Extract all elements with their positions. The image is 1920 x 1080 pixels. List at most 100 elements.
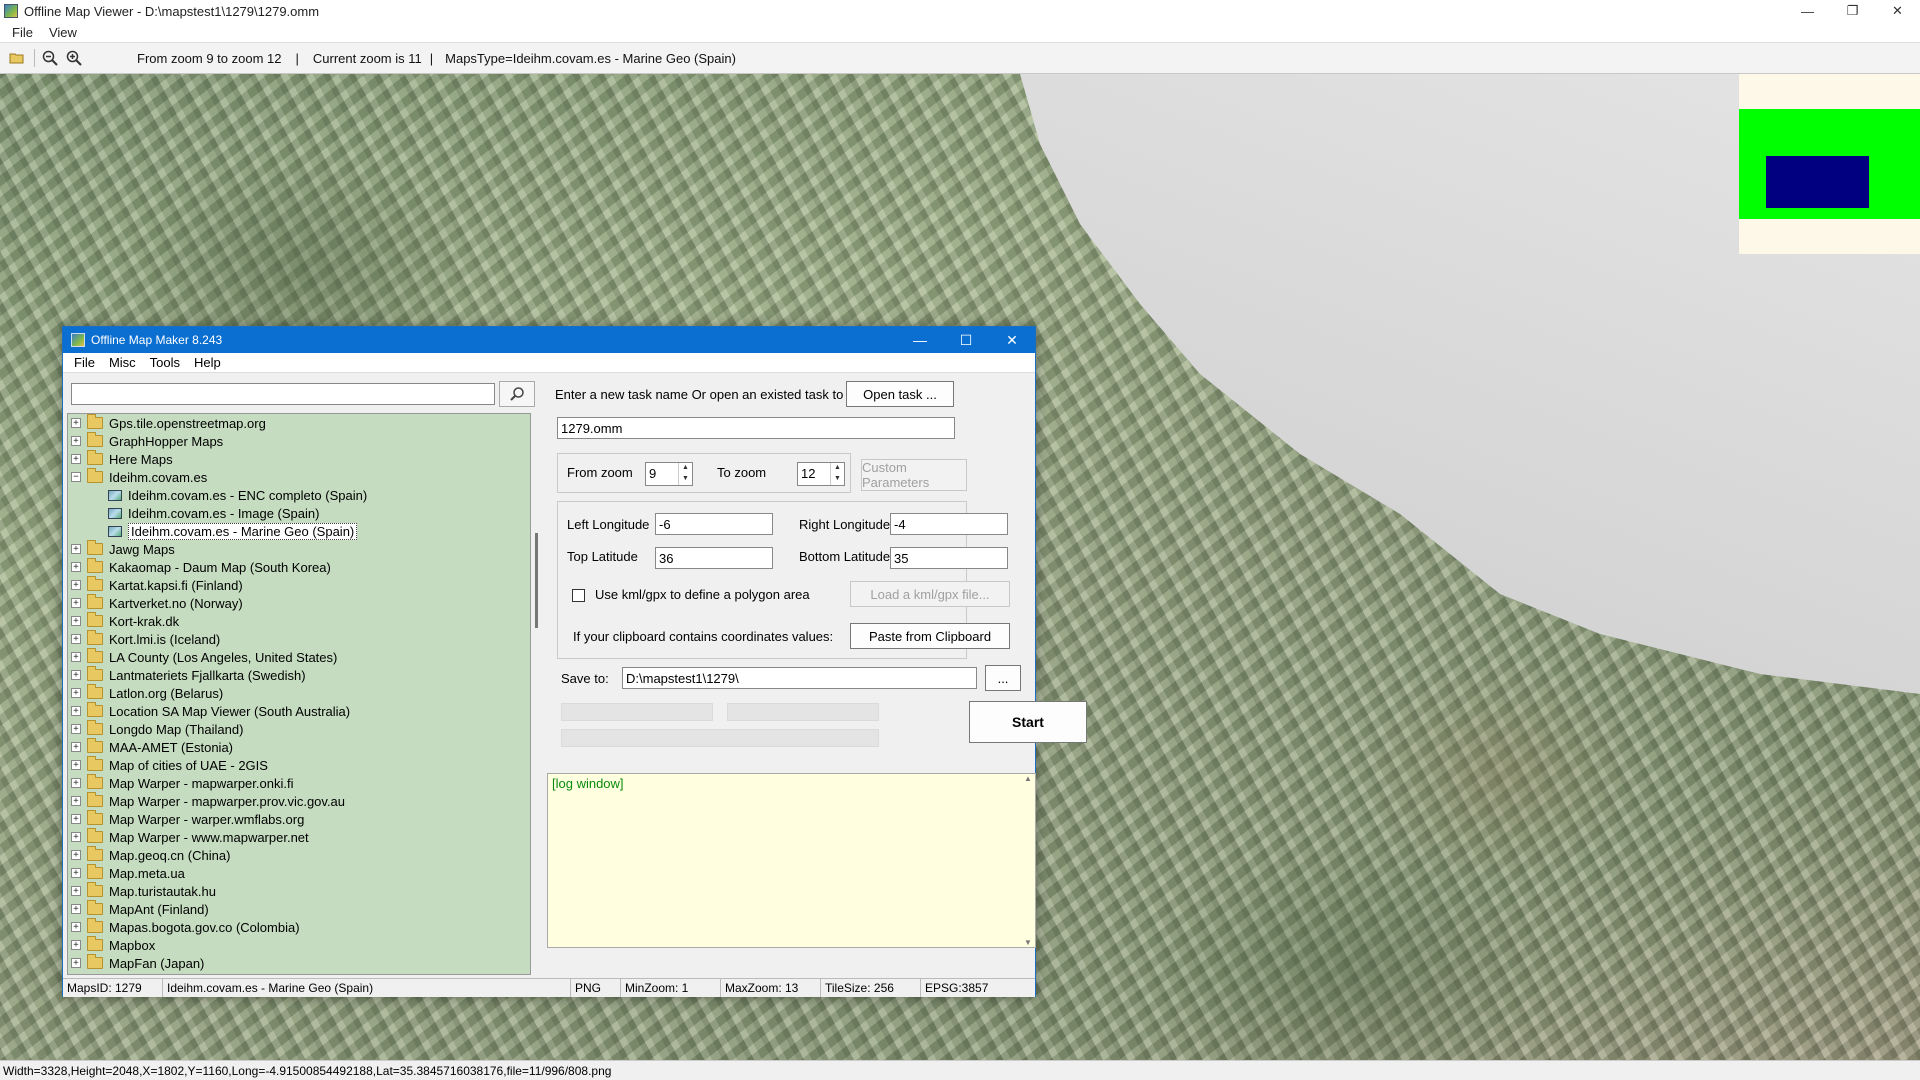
expand-icon[interactable]: + [71,652,81,662]
task-name-input[interactable] [557,417,955,439]
save-path-input[interactable] [622,667,977,689]
scroll-thumb[interactable] [535,533,538,628]
tree-folder-item[interactable]: + MAA-AMET (Estonia) [68,738,530,756]
folder-open-icon[interactable] [6,47,28,69]
stepper-down-icon[interactable]: ▼ [679,474,692,485]
expand-icon[interactable]: + [71,850,81,860]
tree-folder-item[interactable]: + MapAnt (Finland) [68,900,530,918]
menu-tools[interactable]: Tools [143,355,187,370]
expand-icon[interactable]: + [71,454,81,464]
expand-icon[interactable]: + [71,940,81,950]
menu-view[interactable]: View [41,25,85,40]
open-task-button[interactable]: Open task ... [846,381,954,407]
paste-clipboard-button[interactable]: Paste from Clipboard [850,623,1010,649]
expand-icon[interactable]: + [71,688,81,698]
dialog-close-button[interactable]: ✕ [989,327,1035,353]
collapse-icon[interactable]: − [71,472,81,482]
tree-folder-item[interactable]: + Map.turistautak.hu [68,882,530,900]
tree-folder-item[interactable]: + Map Warper - mapwarper.prov.vic.gov.au [68,792,530,810]
expand-icon[interactable]: + [71,706,81,716]
right-longitude-input[interactable] [890,513,1008,535]
expand-icon[interactable]: + [71,760,81,770]
menu-misc[interactable]: Misc [102,355,143,370]
top-latitude-input[interactable] [655,547,773,569]
log-window[interactable]: [log window] ▲ ▼ [547,773,1036,948]
start-button[interactable]: Start [969,701,1087,743]
expand-icon[interactable]: + [71,634,81,644]
expand-icon[interactable]: + [71,796,81,806]
expand-icon[interactable]: + [71,544,81,554]
tree-folder-item[interactable]: − Ideihm.covam.es [68,468,530,486]
tree-folder-item[interactable]: + Map.meta.ua [68,864,530,882]
tree-folder-item[interactable]: + LA County (Los Angeles, United States) [68,648,530,666]
tree-folder-item[interactable]: + Map of cities of UAE - 2GIS [68,756,530,774]
tree-folder-item[interactable]: + Lantmateriets Fjallkarta (Swedish) [68,666,530,684]
to-zoom-stepper[interactable]: 12 ▲ ▼ [797,462,845,486]
zoom-out-icon[interactable] [39,47,61,69]
zoom-in-icon[interactable] [63,47,85,69]
expand-icon[interactable]: + [71,562,81,572]
tree-map-item[interactable]: Ideihm.covam.es - Marine Geo (Spain) [68,522,530,540]
use-kml-label[interactable]: Use kml/gpx to define a polygon area [595,587,810,602]
restore-button[interactable]: ❐ [1830,0,1875,22]
tree-folder-item[interactable]: + Kakaomap - Daum Map (South Korea) [68,558,530,576]
stepper-up-icon[interactable]: ▲ [679,463,692,474]
to-zoom-value[interactable]: 12 [798,463,830,485]
expand-icon[interactable]: + [71,832,81,842]
tree-scrollbar[interactable] [535,413,538,975]
expand-icon[interactable]: + [71,922,81,932]
tree-folder-item[interactable]: + Here Maps [68,450,530,468]
log-scrollbar[interactable]: ▲ ▼ [1021,774,1035,947]
expand-icon[interactable]: + [71,580,81,590]
close-button[interactable]: ✕ [1875,0,1920,22]
scroll-up-icon[interactable]: ▲ [1024,774,1032,783]
menu-file[interactable]: File [67,355,102,370]
use-kml-checkbox[interactable] [572,589,585,602]
tree-folder-item[interactable]: + Map Warper - www.mapwarper.net [68,828,530,846]
dialog-minimize-button[interactable]: — [897,327,943,353]
search-input[interactable] [71,383,495,405]
browse-button[interactable]: ... [985,665,1021,691]
tree-folder-item[interactable]: + Kort.lmi.is (Iceland) [68,630,530,648]
expand-icon[interactable]: + [71,616,81,626]
expand-icon[interactable]: + [71,436,81,446]
expand-icon[interactable]: + [71,418,81,428]
tree-folder-item[interactable]: + GraphHopper Maps [68,432,530,450]
tree-folder-item[interactable]: + Longdo Map (Thailand) [68,720,530,738]
search-button[interactable] [499,381,535,407]
expand-icon[interactable]: + [71,670,81,680]
dialog-maximize-button[interactable]: ☐ [943,327,989,353]
tree-folder-item[interactable]: + Jawg Maps [68,540,530,558]
expand-icon[interactable]: + [71,598,81,608]
tree-folder-item[interactable]: + Location SA Map Viewer (South Australia… [68,702,530,720]
tree-folder-item[interactable]: + Kartverket.no (Norway) [68,594,530,612]
stepper-up-icon[interactable]: ▲ [831,463,844,474]
tree-folder-item[interactable]: + Map Warper - warper.wmflabs.org [68,810,530,828]
tree-folder-item[interactable]: + MapFan (Japan) [68,954,530,972]
menu-help[interactable]: Help [187,355,228,370]
minimap[interactable] [1739,74,1920,254]
minimap-viewport[interactable] [1766,156,1869,208]
expand-icon[interactable]: + [71,904,81,914]
expand-icon[interactable]: + [71,868,81,878]
bottom-latitude-input[interactable] [890,547,1008,569]
left-longitude-input[interactable] [655,513,773,535]
map-tree[interactable]: + Gps.tile.openstreetmap.org + GraphHopper … [67,413,531,975]
expand-icon[interactable]: + [71,778,81,788]
from-zoom-stepper[interactable]: 9 ▲ ▼ [645,462,693,486]
tree-folder-item[interactable]: + Gps.tile.openstreetmap.org [68,414,530,432]
load-kml-button[interactable]: Load a kml/gpx file... [850,581,1010,607]
tree-folder-item[interactable]: + Kort-krak.dk [68,612,530,630]
tree-folder-item[interactable]: + Latlon.org (Belarus) [68,684,530,702]
expand-icon[interactable]: + [71,958,81,968]
expand-icon[interactable]: + [71,814,81,824]
tree-folder-item[interactable]: + Mapas.bogota.gov.co (Colombia) [68,918,530,936]
tree-folder-item[interactable]: + Map Warper - mapwarper.onki.fi [68,774,530,792]
menu-file[interactable]: File [4,25,41,40]
stepper-down-icon[interactable]: ▼ [831,474,844,485]
tree-folder-item[interactable]: + Kartat.kapsi.fi (Finland) [68,576,530,594]
from-zoom-value[interactable]: 9 [646,463,678,485]
custom-parameters-button[interactable]: Custom Parameters [861,459,967,491]
tree-map-item[interactable]: Ideihm.covam.es - Image (Spain) [68,504,530,522]
minimize-button[interactable]: — [1785,0,1830,22]
